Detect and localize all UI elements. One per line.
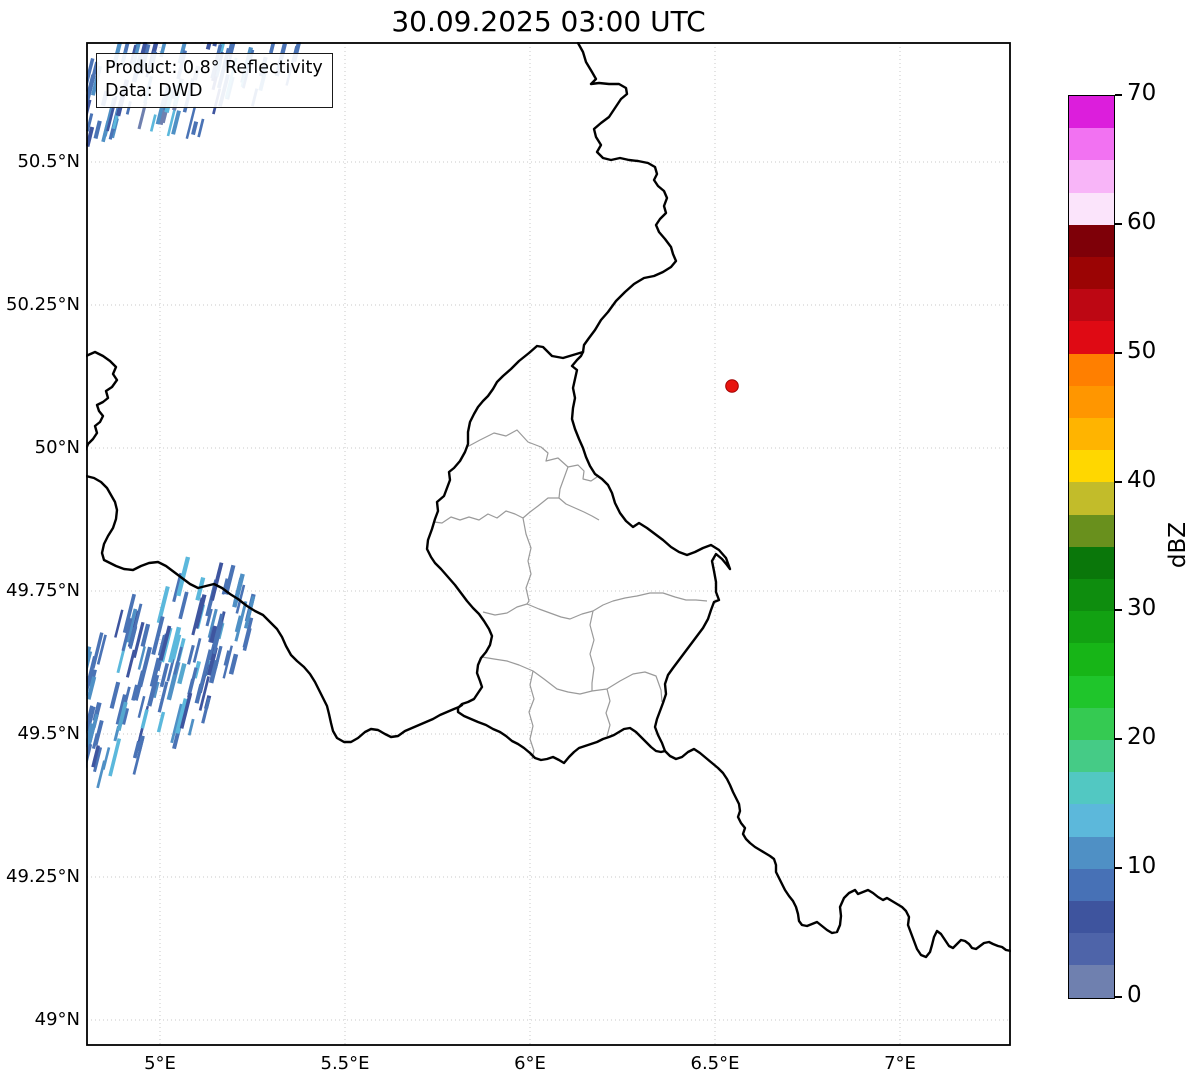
x-tick-label: 6.5°E [690,1053,740,1074]
product-info-box: Product: 0.8° Reflectivity Data: DWD [96,53,333,109]
colorbar-tick-label: 50 [1127,338,1157,364]
colorbar-segment [1069,353,1114,386]
y-tick-label: 49.25°N [6,866,80,887]
colorbar-tick-label: 20 [1127,724,1157,750]
x-tick-label: 6°E [514,1053,546,1074]
y-tick-label: 49°N [34,1009,80,1030]
colorbar-segment [1069,579,1114,612]
colorbar-segment [1069,901,1114,934]
colorbar-tick-label: 60 [1127,209,1157,235]
colorbar-tick-label: 30 [1127,595,1157,621]
data-source-label: Data: DWD [105,81,203,102]
colorbar-tick-label: 40 [1127,467,1157,493]
colorbar [1068,95,1115,999]
colorbar-tick-mark [1115,996,1122,998]
colorbar-segment [1069,514,1114,547]
colorbar-segment [1069,836,1114,869]
x-tick-label: 5°E [144,1053,176,1074]
colorbar-segment [1069,96,1114,129]
y-tick-label: 50.5°N [17,151,80,172]
figure-title: 30.09.2025 03:00 UTC [391,5,706,38]
colorbar-segment [1069,128,1114,161]
y-tick-label: 49.75°N [6,580,80,601]
x-tick-label: 7°E [884,1053,916,1074]
colorbar-segment [1069,965,1114,998]
colorbar-tick-label: 0 [1127,982,1142,1008]
colorbar-segment [1069,482,1114,515]
y-tick-label: 50°N [34,437,80,458]
colorbar-segment [1069,385,1114,419]
y-tick-label: 49.5°N [17,723,80,744]
colorbar-segment [1069,160,1114,193]
colorbar-segment [1069,257,1114,290]
colorbar-segment [1069,933,1114,966]
colorbar-segment [1069,707,1114,741]
colorbar-segment [1069,192,1114,225]
colorbar-tick-mark [1115,609,1122,611]
radar-reflectivity-figure: 30.09.2025 03:00 UTC Product: 0.8° Refle… [0,0,1202,1081]
colorbar-segment [1069,224,1114,258]
colorbar-segment [1069,321,1114,354]
colorbar-segment [1069,611,1114,644]
product-label: Product: 0.8° Reflectivity [105,58,323,78]
colorbar-tick-label: 70 [1127,80,1157,106]
colorbar-tick-mark [1115,94,1122,96]
x-tick-label: 5.5°E [320,1053,370,1074]
colorbar-unit-label: dBZ [1165,521,1191,569]
radar-location-marker [725,379,739,393]
colorbar-segment [1069,804,1114,837]
colorbar-segment [1069,289,1114,322]
y-tick-label: 50.25°N [6,294,80,315]
colorbar-segment [1069,418,1114,451]
colorbar-tick-mark [1115,352,1122,354]
colorbar-segment [1069,450,1114,483]
colorbar-tick-mark [1115,223,1122,225]
colorbar-tick-mark [1115,867,1122,869]
colorbar-tick-label: 10 [1127,853,1157,879]
colorbar-segment [1069,868,1114,902]
map-background [86,42,1011,1046]
colorbar-segment [1069,675,1114,708]
colorbar-segment [1069,643,1114,676]
colorbar-tick-mark [1115,738,1122,740]
map-canvas [86,42,1011,1046]
colorbar-segment [1069,772,1114,805]
colorbar-segment [1069,740,1114,773]
colorbar-tick-mark [1115,481,1122,483]
colorbar-segment [1069,546,1114,580]
